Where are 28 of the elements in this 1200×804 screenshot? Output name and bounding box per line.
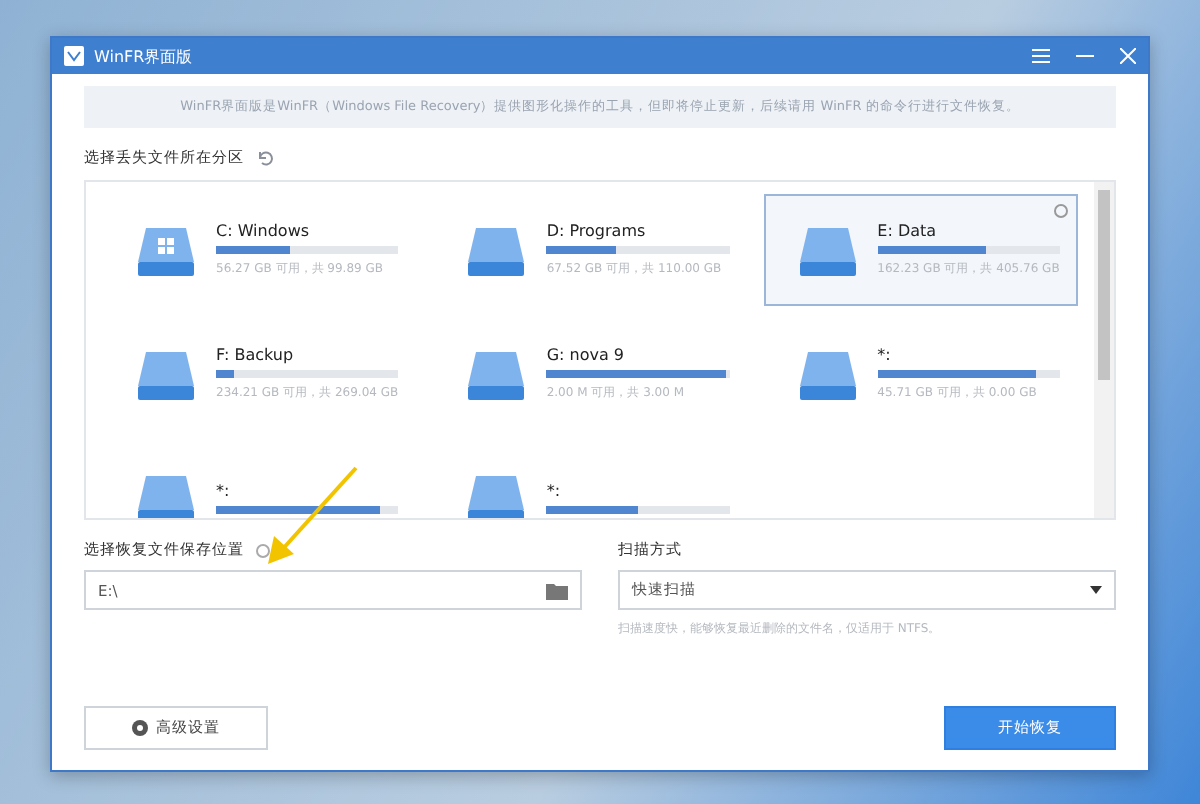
partition-name: G: nova 9 <box>546 346 626 364</box>
refresh-icon[interactable] <box>256 150 274 166</box>
caret-icon <box>1090 586 1102 594</box>
drive-icon <box>466 346 527 402</box>
partition-name: E: Data <box>877 222 939 240</box>
partition-card[interactable]: *: <box>102 442 417 518</box>
gear-icon <box>132 720 148 736</box>
close-icon[interactable] <box>1120 48 1136 64</box>
help-icon[interactable] <box>256 543 270 557</box>
partition-name: D: Programs <box>546 222 648 240</box>
partition-name: C: Windows <box>216 222 312 240</box>
partition-name: *: <box>216 482 232 500</box>
drive-icon <box>466 470 527 518</box>
window-title: WinFR界面版 <box>94 45 195 67</box>
app-icon <box>64 46 84 66</box>
windows-drive-icon <box>136 222 196 278</box>
drive-icon <box>466 222 527 278</box>
drive-icon <box>797 346 858 402</box>
partition-name: F: Backup <box>216 346 296 364</box>
drive-icon <box>136 346 196 402</box>
drive-icon <box>797 222 858 278</box>
menu-icon[interactable] <box>1032 48 1050 64</box>
info-icon <box>1053 204 1068 218</box>
folder-icon[interactable] <box>546 581 568 599</box>
partition-name: *: <box>546 482 563 500</box>
partition-name: *: <box>877 346 893 364</box>
drive-icon <box>136 470 196 518</box>
partition-card[interactable]: *: <box>432 442 748 518</box>
